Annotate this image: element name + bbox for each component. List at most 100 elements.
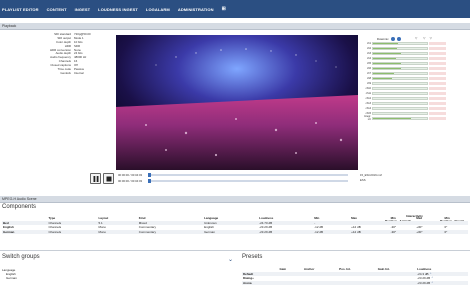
grid-icon[interactable]: ⊞ xyxy=(222,6,226,12)
meter-label: ch10 xyxy=(365,87,371,91)
meter-list: ch1 ch2 ch3 ch4 ch5 ch6 ch7 ch8 ch9 ch10 ch11 ch12 c… xyxy=(362,41,452,121)
nav-ingest[interactable]: INGEST xyxy=(75,7,91,12)
meter-fill xyxy=(373,117,411,120)
nav-logalarm[interactable]: LOGALARM xyxy=(146,7,170,12)
top-nav-bar: PLAYLIST EDITOR CONTENT INGEST LOUDNESS … xyxy=(0,0,470,18)
meter-label: ch5 xyxy=(366,62,371,66)
chevron-down-icon[interactable]: ⌄ xyxy=(228,256,233,263)
meter-bar xyxy=(372,91,428,96)
meter-peak-cell xyxy=(429,91,446,96)
meter-row: ch8 xyxy=(362,76,452,81)
secondary-slider[interactable] xyxy=(148,179,348,183)
meter-peak-cell xyxy=(429,101,446,106)
meter-peak-cell xyxy=(429,111,446,116)
info-key: Genlock xyxy=(60,70,71,75)
meter-bar xyxy=(372,51,428,56)
seek-handle[interactable] xyxy=(148,173,151,177)
preset-row[interactable]: Arena -23.29 dB ⌃ xyxy=(242,280,468,286)
meter-bar xyxy=(372,106,428,111)
pause-icon xyxy=(93,175,98,182)
meter-fill xyxy=(373,72,394,75)
meter-fill xyxy=(373,42,398,45)
time-readout-secondary: 00:00:00 / 00:04:03 xyxy=(118,179,143,183)
meter-label: ch8 xyxy=(366,77,371,81)
info-badge-icon[interactable] xyxy=(390,36,395,41)
divider xyxy=(0,250,470,251)
player-controls: 00:00:00 / 00:04:03 00:00:00 / 00:04:03 xyxy=(90,172,360,186)
meter-label: ch11 xyxy=(365,92,371,96)
language-option-german[interactable]: German xyxy=(2,276,17,280)
meter-row: Integr. LU xyxy=(362,115,452,121)
presets-table: Gain Anchor Pos. Int. Gain Int. Loudness Def… xyxy=(242,267,468,286)
components-heading: Components xyxy=(2,204,37,210)
table-cell: +30° xyxy=(415,229,444,235)
signal-info-panel: SDI standard 720p@50.00 SDI output Mode 1 Co… xyxy=(20,32,115,76)
meter-label: ch3 xyxy=(366,52,371,56)
time-readout: 00:00:00 / 00:04:03 xyxy=(118,173,143,177)
clip-filename: 15_ESC2019.mxf xyxy=(360,173,382,177)
loudness-mode-label: Downmix xyxy=(377,36,389,41)
nav-administration[interactable]: ADMINISTRATION xyxy=(178,7,214,12)
meter-peak-cell xyxy=(429,71,446,76)
meter-bar xyxy=(372,81,428,86)
funnel-icon-2[interactable]: ▽ xyxy=(423,36,425,40)
preset-gain xyxy=(278,280,303,286)
nav-loudness-ingest[interactable]: LOUDNESS INGEST xyxy=(98,7,138,12)
concert-crowd-image xyxy=(116,35,358,170)
playback-section-header: Playback xyxy=(0,23,470,30)
preset-loudness-value: -23.29 dB xyxy=(417,281,431,286)
table-cell: Mono xyxy=(97,229,138,235)
stop-button[interactable] xyxy=(103,173,114,184)
meter-row: ch6 xyxy=(362,66,452,71)
meter-peak-cell xyxy=(429,51,446,56)
components-table: Type Layout Kind Language Loudness Min Max Min M… xyxy=(2,216,468,235)
stop-icon xyxy=(106,176,111,181)
info-badge-icon-2[interactable] xyxy=(396,36,401,41)
meter-peak-cell xyxy=(429,41,446,46)
table-cell: -23.29 dB xyxy=(258,229,314,235)
video-preview xyxy=(116,35,358,170)
meter-bar xyxy=(372,71,428,76)
meter-label: ch4 xyxy=(366,57,371,61)
meter-bar xyxy=(372,46,428,51)
nav-playlist-editor[interactable]: PLAYLIST EDITOR xyxy=(2,7,39,12)
table-cell: 0° xyxy=(443,229,468,235)
chevron-up-icon[interactable]: ⌃ xyxy=(431,281,434,285)
table-cell: German xyxy=(2,229,48,235)
meter-label: ch9 xyxy=(366,82,371,86)
preset-loudness: -23.29 dB ⌃ xyxy=(416,280,468,286)
meter-bar xyxy=(372,116,428,121)
meter-bar xyxy=(372,61,428,66)
meter-label: ch7 xyxy=(366,72,371,76)
seek-slider[interactable] xyxy=(148,173,348,177)
language-switch-group: Language English German xyxy=(2,268,17,280)
funnel-icon[interactable]: ▽ xyxy=(415,36,417,40)
meter-peak-cell xyxy=(429,96,446,101)
meter-bar xyxy=(372,56,428,61)
meter-row: ch2 xyxy=(362,46,452,51)
meter-label: ch1 xyxy=(366,42,371,46)
nav-content[interactable]: CONTENT xyxy=(47,7,67,12)
meter-fill xyxy=(373,52,402,55)
meter-fill xyxy=(373,57,397,60)
meter-peak-cell xyxy=(429,106,446,111)
funnel-icon-3[interactable]: ▽ xyxy=(430,36,432,40)
meter-row: ch15 xyxy=(362,111,452,116)
table-cell: -30° xyxy=(389,229,416,235)
secondary-handle[interactable] xyxy=(148,179,151,183)
preset-name: Arena xyxy=(242,280,279,286)
meter-row: ch14 xyxy=(362,106,452,111)
meter-row: ch11 xyxy=(362,91,452,96)
meter-row: ch4 xyxy=(362,56,452,61)
table-row[interactable]: German Channels Mono Commentary German -23.29… xyxy=(2,229,468,235)
pause-button[interactable] xyxy=(90,173,101,184)
loudness-meter-panel: Downmix ▽ ▽ ▽ ch1 ch2 ch3 ch4 ch5 ch6 ch7 ch8 ch… xyxy=(362,36,452,121)
chevron-up-icon[interactable]: ⌃ xyxy=(431,276,434,280)
meter-row: ch5 xyxy=(362,61,452,66)
meter-row: ch10 xyxy=(362,86,452,91)
chevron-up-icon[interactable]: ⌃ xyxy=(429,272,432,276)
meter-bar xyxy=(372,96,428,101)
preset-loudness-value: -23.29 dB xyxy=(417,276,431,281)
meter-peak-cell xyxy=(429,46,446,51)
meter-fill xyxy=(373,77,393,80)
